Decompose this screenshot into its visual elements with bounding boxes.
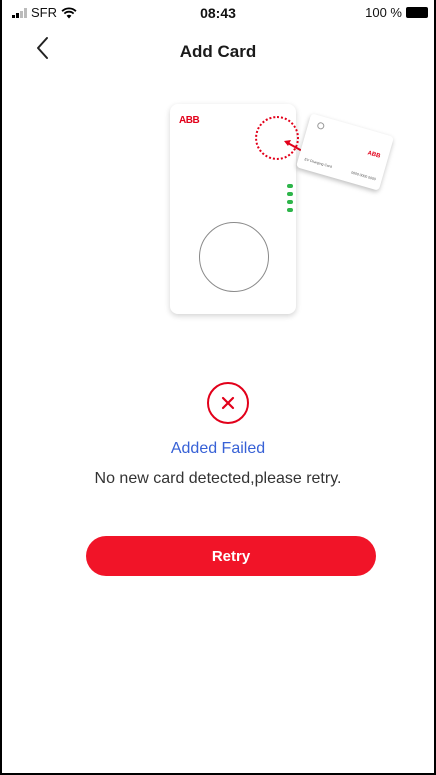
led-indicator bbox=[287, 184, 293, 188]
card-label: EV Charging Card bbox=[303, 157, 333, 169]
nav-bar: Add Card bbox=[2, 30, 434, 74]
app-screen: SFR 08:43 100 % Add Card ABB ABB EV Char… bbox=[0, 0, 436, 775]
status-leds bbox=[287, 184, 293, 216]
result-message: No new card detected,please retry. bbox=[94, 470, 342, 487]
led-indicator bbox=[287, 192, 293, 196]
card-chip-icon bbox=[316, 121, 326, 131]
abb-logo: ABB bbox=[179, 115, 200, 126]
battery-percent: 100 % bbox=[365, 5, 402, 20]
charger-illustration: ABB ABB EV Charging Card 0000 0000 0000 bbox=[162, 104, 395, 320]
battery-icon bbox=[406, 7, 428, 18]
led-indicator bbox=[287, 208, 293, 212]
error-x-icon bbox=[207, 382, 249, 424]
led-indicator bbox=[287, 200, 293, 204]
status-bar: SFR 08:43 100 % bbox=[2, 0, 434, 26]
nfc-reader-ring bbox=[199, 222, 269, 292]
retry-button[interactable]: Retry bbox=[86, 536, 376, 576]
status-right: 100 % bbox=[365, 5, 428, 20]
result-title: Added Failed bbox=[170, 440, 266, 457]
card-abb-logo: ABB bbox=[366, 150, 381, 160]
page-title: Add Card bbox=[179, 42, 257, 61]
card-code: 0000 0000 0000 bbox=[350, 170, 377, 182]
rfid-card: ABB EV Charging Card 0000 0000 0000 bbox=[295, 113, 395, 191]
